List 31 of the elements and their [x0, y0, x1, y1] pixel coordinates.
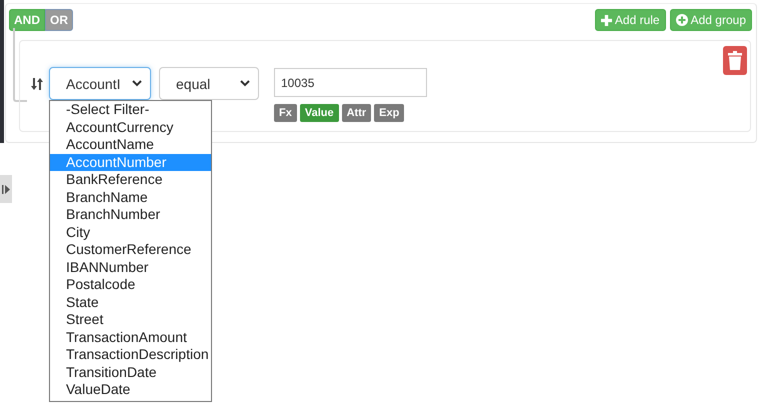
- dropdown-option[interactable]: BranchNumber: [50, 206, 211, 224]
- value-type-button[interactable]: Fx: [274, 104, 297, 122]
- dropdown-option[interactable]: State: [50, 294, 211, 311]
- plus-circle-icon: [676, 14, 688, 26]
- delete-button[interactable]: [723, 46, 747, 75]
- field-select[interactable]: AccountI: [49, 67, 151, 100]
- dropdown-option[interactable]: AccountCurrency: [50, 118, 211, 136]
- dropdown-option[interactable]: BankReference: [50, 171, 211, 188]
- dropdown-option[interactable]: Street: [50, 311, 211, 328]
- dropdown-option[interactable]: ValueDate: [50, 381, 211, 398]
- dropdown-option[interactable]: IBANNumber: [50, 258, 211, 276]
- dropdown-option[interactable]: TransactionDescription: [50, 346, 211, 364]
- sort-icon[interactable]: [31, 78, 43, 90]
- dropdown-option[interactable]: BranchName: [50, 188, 211, 206]
- dropdown-option[interactable]: CustomerReference: [50, 241, 211, 258]
- value-type-button[interactable]: Exp: [374, 104, 404, 122]
- plus-icon: [600, 14, 612, 26]
- caret-icon: [132, 80, 142, 87]
- value-field[interactable]: 10035: [274, 68, 427, 97]
- trash-icon: [728, 51, 742, 70]
- value-type-button[interactable]: Value: [300, 104, 339, 122]
- expand-handle[interactable]: [0, 175, 12, 203]
- dropdown-option[interactable]: City: [50, 224, 211, 241]
- dropdown-option[interactable]: AccountName: [50, 136, 211, 154]
- dropdown-option[interactable]: Postalcode: [50, 276, 211, 294]
- dropdown-option[interactable]: -Select Filter-: [50, 101, 211, 118]
- operator-select[interactable]: equal: [159, 67, 259, 100]
- value-type-button[interactable]: Attr: [342, 104, 372, 122]
- dropdown-option[interactable]: TransitionDate: [50, 364, 211, 381]
- caret-icon: [240, 80, 250, 87]
- dropdown-option[interactable]: TransactionAmount: [50, 328, 211, 346]
